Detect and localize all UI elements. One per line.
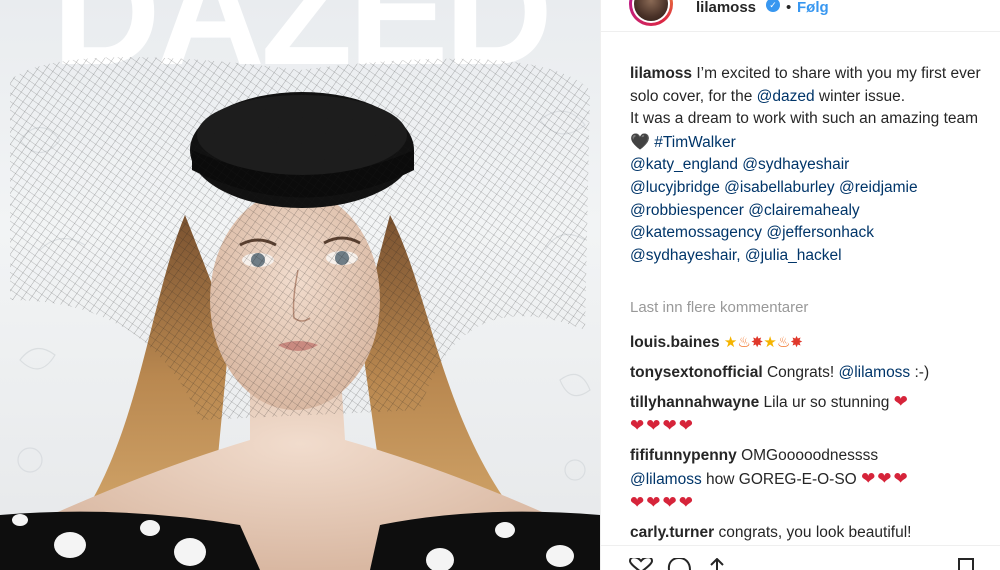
mention-link[interactable]: @sydhayeshair, <box>630 247 741 264</box>
caption-author[interactable]: lilamoss <box>630 65 692 82</box>
comment-item: tonysextonofficial Congrats! @lilamoss :… <box>630 362 985 385</box>
bookmark-icon[interactable] <box>956 558 976 570</box>
comment-text: Lila ur so stunning <box>763 394 894 412</box>
hashtag-link[interactable]: #TimWalker <box>654 134 736 151</box>
red-heart-emoji: ❤❤❤❤ <box>630 415 695 436</box>
mention-link[interactable]: @reidjamie <box>839 179 918 196</box>
mention-link[interactable]: @lucyjbridge <box>630 179 720 196</box>
comment-list: louis.baines ★♨✸★♨✸ tonysextonofficial C… <box>630 331 985 552</box>
collision-emoji-icon: ✸ <box>790 333 803 351</box>
comment-username[interactable]: fififunnypenny <box>630 447 737 464</box>
comment-text: how GOREG-E-O-SO <box>701 470 862 488</box>
share-icon[interactable] <box>705 558 729 570</box>
comment-item: tillyhannahwayne Lila ur so stunning ❤ ❤… <box>630 391 985 438</box>
black-heart-emoji: 🖤 <box>630 131 650 151</box>
mention-link[interactable]: @jeffersonhack <box>766 224 874 241</box>
red-heart-emoji: ❤❤❤ <box>861 468 910 489</box>
comment-username[interactable]: louis.baines <box>630 334 720 351</box>
comment-username[interactable]: tillyhannahwayne <box>630 394 759 411</box>
mention-link[interactable]: @robbiespencer <box>630 202 744 219</box>
star-emoji-icon: ★ <box>723 333 738 351</box>
comment-text: congrats, you look beautiful! <box>718 524 912 542</box>
comment-username[interactable]: tonysextonofficial <box>630 364 763 381</box>
verified-badge-icon: ✓ <box>766 0 780 12</box>
caption-text: winter issue. <box>814 87 906 105</box>
mention-link[interactable]: @katemossagency <box>630 224 762 241</box>
red-heart-emoji: ❤ <box>893 392 910 413</box>
comment-text: :-) <box>910 363 930 381</box>
comment-text: Congrats! <box>766 363 839 381</box>
post-header: lilamoss ✓ • Følg <box>601 0 1000 32</box>
fire-emoji-icon: ♨ <box>737 333 751 351</box>
mention-link[interactable]: @clairemahealy <box>748 202 859 219</box>
comment-icon[interactable] <box>667 558 691 570</box>
heart-icon[interactable] <box>629 558 653 570</box>
comment-username[interactable]: carly.turner <box>630 524 714 541</box>
collision-emoji-icon: ✸ <box>750 333 764 351</box>
caption-text: It was a dream to work with such an amaz… <box>630 110 979 128</box>
post-image[interactable]: DAZED <box>0 0 600 570</box>
model-portrait <box>0 57 600 570</box>
mention-link[interactable]: @isabellaburley <box>724 179 835 196</box>
header-username[interactable]: lilamoss <box>696 0 756 16</box>
mention-link[interactable]: @sydhayeshair <box>742 156 849 173</box>
avatar[interactable] <box>629 0 673 26</box>
post-caption: lilamoss I’m excited to share with you m… <box>630 63 985 267</box>
mention-link[interactable]: @lilamoss <box>838 364 910 381</box>
mention-link[interactable]: @julia_hackel <box>745 247 842 264</box>
comment-text: OMGooooodnessss <box>741 447 879 465</box>
red-heart-emoji: ❤❤❤❤ <box>630 492 695 513</box>
mention-link[interactable]: @lilamoss <box>630 471 702 488</box>
mention-link[interactable]: @dazed <box>757 88 815 105</box>
comment-emoji: ★♨✸★♨✸ <box>724 333 803 351</box>
header-separator: • <box>786 0 792 16</box>
mention-link[interactable]: @katy_england <box>630 156 738 173</box>
comment-item: louis.baines ★♨✸★♨✸ <box>630 331 985 355</box>
comment-item: carly.turner congrats, you look beautifu… <box>630 522 985 545</box>
star-emoji-icon: ★ <box>763 333 777 351</box>
action-bar <box>601 545 1000 570</box>
follow-button[interactable]: Følg <box>797 0 829 16</box>
fire-emoji-icon: ♨ <box>776 333 791 351</box>
comment-item: fififunnypenny OMGooooodnessss @lilamoss… <box>630 445 985 515</box>
load-more-comments-link[interactable]: Last inn flere kommentarer <box>630 299 808 316</box>
post-panel: lilamoss ✓ • Følg lilamoss I’m excited t… <box>601 0 1000 570</box>
